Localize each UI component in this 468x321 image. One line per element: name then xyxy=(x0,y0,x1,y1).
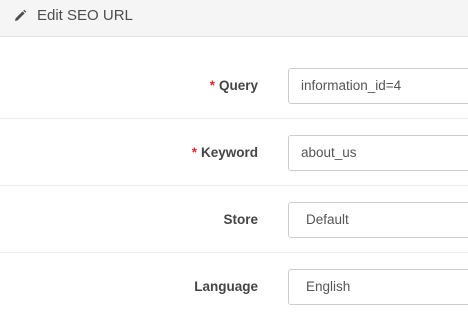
keyword-label: * Keyword xyxy=(191,145,258,160)
language-select[interactable]: English xyxy=(288,269,468,305)
form-row-language: Language English xyxy=(0,253,468,321)
pencil-icon xyxy=(15,9,27,21)
form-row-store: Store Default xyxy=(0,186,468,253)
store-label: Store xyxy=(223,212,258,227)
form-row-query: * Query information_id=4 xyxy=(0,37,468,119)
query-input[interactable]: information_id=4 xyxy=(288,68,468,104)
panel-heading: Edit SEO URL xyxy=(0,0,468,37)
store-select[interactable]: Default xyxy=(288,202,468,238)
query-label: * Query xyxy=(209,78,258,93)
keyword-input[interactable]: about_us xyxy=(288,135,468,171)
form-row-keyword: * Keyword about_us xyxy=(0,119,468,186)
page-title: Edit SEO URL xyxy=(37,7,133,24)
required-marker: * xyxy=(209,78,215,93)
language-label: Language xyxy=(194,279,258,294)
required-marker: * xyxy=(191,145,197,160)
